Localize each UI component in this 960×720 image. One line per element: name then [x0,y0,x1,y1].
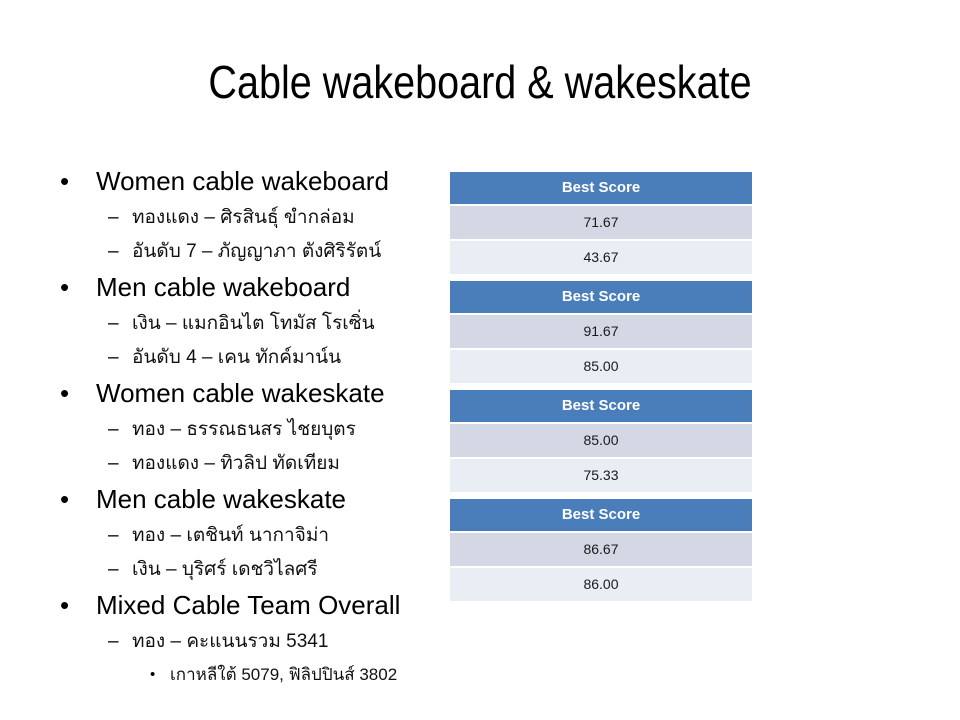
bullet-content: • Women cable wakeboard – ทองแดง – ศิรสิ… [52,163,452,691]
bullet-dash-icon: – [108,347,119,368]
score-table-row: 71.67 [450,206,752,239]
score-table-row: 43.67 [450,241,752,274]
section-detail: – ทอง – คะแนนรวม 5341 [52,625,452,659]
section-detail-label: ทองแดง – ศิรสินธุ์ ขำกล่อม [132,207,355,228]
section-heading-label: Men cable wakeboard [96,272,351,302]
section-detail: – เงิน – บุริศร์ เดชวิไลศรี [52,553,452,587]
bullet-dot-small-icon: • [150,666,156,683]
section-detail-label: อันดับ 4 – เคน ทักค์มาน์น [132,347,342,368]
section-detail: – ทองแดง – ทิวลิป ทัดเทียม [52,447,452,481]
section-mixed-cable-team-overall: • Mixed Cable Team Overall – ทอง – คะแนน… [52,587,452,691]
section-detail: – เงิน – แมกอินไต โทมัส โรเซิ่น [52,307,452,341]
bullet-dash-icon: – [108,419,119,440]
score-table-row: 86.00 [450,568,752,601]
score-table-men-cable-wakeboard: Best Score 91.67 85.00 [450,281,752,383]
section-detail-label: ทอง – เตชินท์ นากาจิม่า [132,525,330,546]
bullet-dash-icon: – [108,313,119,334]
section-heading: • Men cable wakeskate [52,481,452,517]
bullet-dash-icon: – [108,207,119,228]
bullet-dash-icon: – [108,525,119,546]
score-table-women-cable-wakeboard: Best Score 71.67 43.67 [450,172,752,274]
bullet-dash-icon: – [108,241,119,262]
bullet-dot-icon: • [60,272,70,302]
score-table-women-cable-wakeskate: Best Score 85.00 75.33 [450,390,752,492]
section-detail: – อันดับ 7 – ภัญญาภา ตังศิริรัตน์ [52,235,452,269]
bullet-dot-icon: • [60,590,70,620]
bullet-dot-icon: • [60,484,70,514]
section-detail-label: อันดับ 7 – ภัญญาภา ตังศิริรัตน์ [132,241,382,262]
page-title: Cable wakeboard & wakeskate [208,56,752,108]
section-subdetail-label: เกาหลีใต้ 5079, ฟิลิปปินส์ 3802 [170,665,398,684]
section-detail: – อันดับ 4 – เคน ทักค์มาน์น [52,341,452,375]
section-detail-label: เงิน – บุริศร์ เดชวิไลศรี [132,559,318,580]
bullet-dash-icon: – [108,453,119,474]
section-detail-label: ทอง – ธรรณธนสร ไชยบุตร [132,419,356,440]
section-women-cable-wakeboard: • Women cable wakeboard – ทองแดง – ศิรสิ… [52,163,452,269]
section-heading: • Mixed Cable Team Overall [52,587,452,623]
score-table-row: 75.33 [450,459,752,492]
bullet-dash-icon: – [108,559,119,580]
section-detail-label: ทอง – คะแนนรวม 5341 [132,631,329,652]
score-table-header: Best Score [450,390,752,422]
score-table-header: Best Score [450,281,752,313]
section-detail: – ทอง – ธรรณธนสร ไชยบุตร [52,413,452,447]
section-men-cable-wakeboard: • Men cable wakeboard – เงิน – แมกอินไต … [52,269,452,375]
section-men-cable-wakeskate: • Men cable wakeskate – ทอง – เตชินท์ นา… [52,481,452,587]
section-heading-label: Mixed Cable Team Overall [96,590,401,620]
section-heading-label: Women cable wakeskate [96,378,385,408]
section-women-cable-wakeskate: • Women cable wakeskate – ทอง – ธรรณธนสร… [52,375,452,481]
section-subdetail: • เกาหลีใต้ 5079, ฟิลิปปินส์ 3802 [52,659,452,691]
bullet-dot-icon: • [60,166,70,196]
section-detail: – ทอง – เตชินท์ นากาจิม่า [52,519,452,553]
bullet-dot-icon: • [60,378,70,408]
section-detail-label: เงิน – แมกอินไต โทมัส โรเซิ่น [132,313,375,334]
score-table-row: 85.00 [450,424,752,457]
section-heading-label: Men cable wakeskate [96,484,347,514]
section-heading: • Women cable wakeskate [52,375,452,411]
score-tables: Best Score 71.67 43.67 Best Score 91.67 … [450,172,752,601]
score-table-row: 85.00 [450,350,752,383]
section-heading: • Men cable wakeboard [52,269,452,305]
section-detail-label: ทองแดง – ทิวลิป ทัดเทียม [132,453,340,474]
score-table-row: 91.67 [450,315,752,348]
score-table-header: Best Score [450,172,752,204]
section-detail: – ทองแดง – ศิรสินธุ์ ขำกล่อม [52,201,452,235]
score-table-header: Best Score [450,499,752,531]
section-heading: • Women cable wakeboard [52,163,452,199]
section-heading-label: Women cable wakeboard [96,166,389,196]
bullet-dash-icon: – [108,631,119,652]
score-table-men-cable-wakeskate: Best Score 86.67 86.00 [450,499,752,601]
score-table-row: 86.67 [450,533,752,566]
